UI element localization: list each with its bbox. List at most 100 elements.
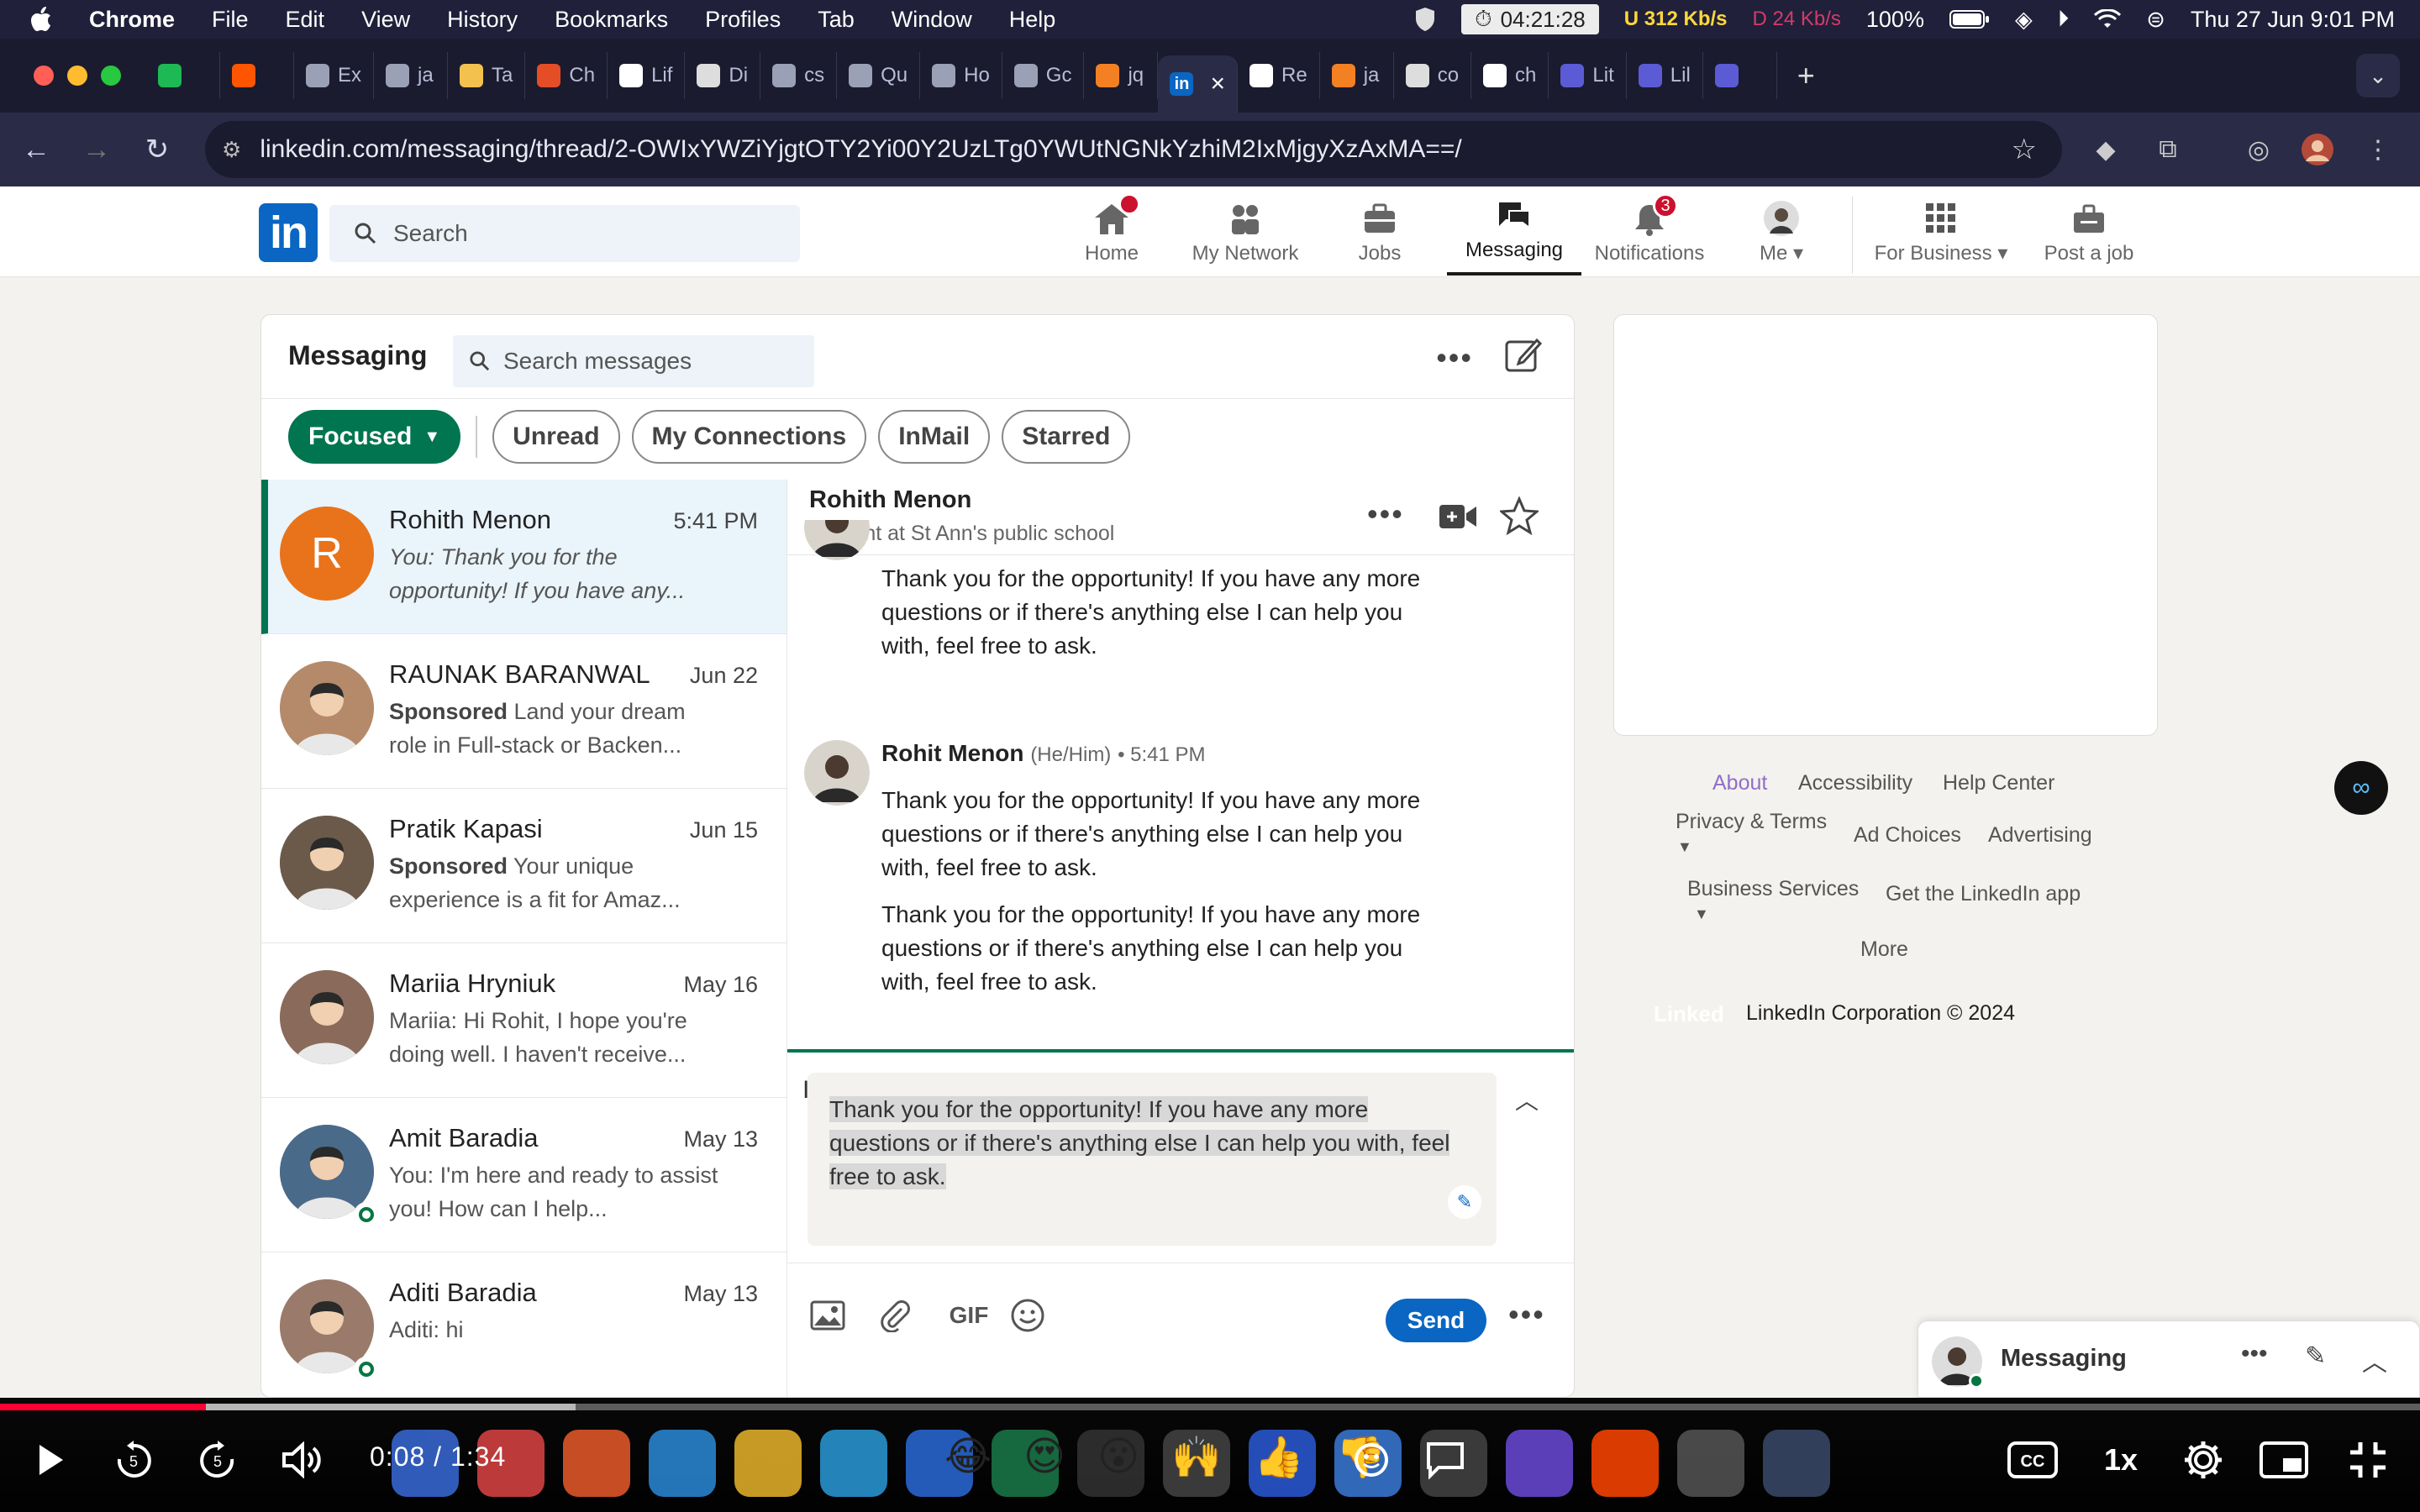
reaction-emoji[interactable]: 🙌 bbox=[1171, 1433, 1222, 1481]
browser-tab[interactable]: Lif bbox=[608, 52, 686, 99]
layers-icon[interactable]: ◈ bbox=[2015, 7, 2033, 33]
compose-message-icon[interactable] bbox=[1503, 335, 1547, 379]
wifi-icon[interactable] bbox=[2094, 9, 2122, 29]
browser-tab[interactable]: Di bbox=[685, 52, 761, 99]
browser-tab[interactable]: co bbox=[1394, 52, 1472, 99]
thread-more-button[interactable]: ••• bbox=[1367, 496, 1404, 532]
forward-5-icon[interactable]: 5 bbox=[193, 1433, 242, 1487]
send-button[interactable]: Send bbox=[1386, 1299, 1486, 1342]
footer-link-advertising[interactable]: Advertising bbox=[1988, 823, 2092, 848]
browser-tab[interactable]: Gc bbox=[1002, 52, 1085, 99]
control-center-icon[interactable]: ⊜ bbox=[2146, 7, 2165, 33]
footer-link-privacy-terms[interactable]: Privacy & Terms bbox=[1676, 810, 1827, 834]
close-window-button[interactable] bbox=[34, 66, 54, 86]
menu-tab[interactable]: Tab bbox=[818, 7, 855, 33]
footer-link-about[interactable]: About bbox=[1712, 771, 1767, 795]
extension-icon[interactable]: ◎ bbox=[2235, 126, 2282, 173]
miniplayer-icon[interactable] bbox=[2259, 1433, 2309, 1487]
comment-icon[interactable] bbox=[1423, 1433, 1467, 1487]
conversation-item[interactable]: Amit Baradia May 13 You: I'm here and read… bbox=[261, 1098, 786, 1252]
footer-link-ad-choices[interactable]: Ad Choices bbox=[1854, 823, 1961, 848]
tab-search-button[interactable]: ⌄ bbox=[2356, 54, 2400, 97]
play-button[interactable] bbox=[30, 1433, 71, 1487]
battery-percent[interactable]: 100% bbox=[1866, 7, 1924, 33]
nav-for-business[interactable]: For Business ▾ bbox=[1867, 195, 2015, 276]
playback-speed-button[interactable]: 1x bbox=[2099, 1433, 2143, 1487]
settings-gear-icon[interactable] bbox=[2180, 1433, 2227, 1487]
filter-inmail-button[interactable]: InMail bbox=[878, 410, 991, 464]
filter-starred-button[interactable]: Starred bbox=[1002, 410, 1131, 464]
menu-app-name[interactable]: Chrome bbox=[89, 7, 175, 33]
messaging-overlay-widget[interactable]: Messaging ••• ✎ ︿ bbox=[1918, 1320, 2420, 1398]
reaction-emoji[interactable]: 😂 bbox=[944, 1433, 992, 1481]
browser-tab[interactable]: cs bbox=[760, 52, 838, 99]
volume-icon[interactable] bbox=[277, 1433, 326, 1487]
video-progress-bar[interactable] bbox=[0, 1404, 2420, 1410]
browser-tab[interactable]: Ho bbox=[920, 52, 1002, 99]
reload-button[interactable]: ↻ bbox=[133, 125, 182, 174]
minimize-window-button[interactable] bbox=[67, 66, 87, 86]
browser-tab[interactable]: Re bbox=[1238, 52, 1320, 99]
footer-link-help-center[interactable]: Help Center bbox=[1943, 771, 2054, 795]
conversation-item[interactable]: Aditi Baradia May 13 Aditi: hi bbox=[261, 1252, 786, 1397]
menubar-datetime[interactable]: Thu 27 Jun 9:01 PM bbox=[2191, 7, 2395, 33]
filter-my-connections-button[interactable]: My Connections bbox=[631, 410, 867, 464]
nav-post-job[interactable]: Post a job bbox=[2039, 195, 2139, 276]
conversation-item[interactable]: R Rohith Menon 5:41 PM You: Thank you for t… bbox=[261, 480, 786, 634]
sender-avatar[interactable] bbox=[804, 740, 870, 806]
thread-contact-name[interactable]: Rohith Menon bbox=[809, 486, 971, 514]
browser-tab[interactable]: ch bbox=[1471, 52, 1549, 99]
extensions-puzzle-icon[interactable]: ⧉ bbox=[2144, 126, 2191, 173]
nav-me[interactable]: Me ▾ bbox=[1748, 195, 1815, 276]
menu-file[interactable]: File bbox=[212, 7, 249, 33]
nav-messaging[interactable]: Messaging bbox=[1447, 195, 1581, 276]
video-call-icon[interactable] bbox=[1438, 501, 1478, 533]
message-sender-name[interactable]: Rohit Menon bbox=[881, 740, 1024, 766]
nav-notifications[interactable]: 3 Notifications bbox=[1586, 193, 1712, 276]
menu-window[interactable]: Window bbox=[892, 7, 972, 33]
browser-tab[interactable]: ja bbox=[374, 52, 449, 99]
exit-fullscreen-icon[interactable] bbox=[2344, 1433, 2391, 1487]
infinity-extension-icon[interactable]: ∞ bbox=[2334, 761, 2388, 815]
attach-image-icon[interactable] bbox=[809, 1297, 846, 1334]
star-conversation-icon[interactable] bbox=[1500, 496, 1540, 537]
messaging-more-button[interactable]: ••• bbox=[1436, 340, 1473, 375]
menubar-timer[interactable]: ⏱ 04:21:28 bbox=[1461, 4, 1599, 34]
add-reaction-icon[interactable] bbox=[1351, 1433, 1395, 1487]
filter-focused-button[interactable]: Focused ▼ bbox=[288, 410, 461, 464]
footer-link-accessibility[interactable]: Accessibility bbox=[1798, 771, 1912, 795]
closed-captions-icon[interactable]: CC bbox=[2007, 1433, 2059, 1487]
bookmark-star-icon[interactable]: ☆ bbox=[2012, 133, 2037, 166]
footer-link-get-app[interactable]: Get the LinkedIn app bbox=[1886, 882, 2081, 906]
filter-unread-button[interactable]: Unread bbox=[492, 410, 620, 464]
menu-help[interactable]: Help bbox=[1009, 7, 1056, 33]
reaction-emoji[interactable]: 👍 bbox=[1254, 1433, 1304, 1481]
global-search-input[interactable]: Search bbox=[329, 205, 800, 262]
new-tab-button[interactable]: + bbox=[1797, 58, 1815, 93]
apple-menu-icon[interactable] bbox=[29, 6, 67, 33]
shield-icon[interactable] bbox=[1414, 7, 1436, 32]
browser-tab[interactable] bbox=[1703, 52, 1777, 99]
nav-my-network[interactable]: My Network bbox=[1186, 195, 1304, 276]
nav-home[interactable]: Home bbox=[1084, 193, 1140, 276]
browser-tab[interactable] bbox=[220, 52, 294, 99]
browser-tab[interactable] bbox=[146, 52, 220, 99]
conversation-item[interactable]: Mariia Hryniuk May 16 Mariia: Hi Rohit, I … bbox=[261, 943, 786, 1098]
site-info-icon[interactable]: ⚙ bbox=[222, 137, 241, 163]
conversation-item[interactable]: RAUNAK BARANWAL Jun 22 Sponsored Land your… bbox=[261, 634, 786, 789]
nav-jobs[interactable]: Jobs bbox=[1353, 195, 1407, 276]
extension-diamond-icon[interactable]: ◆ bbox=[2082, 126, 2129, 173]
menu-history[interactable]: History bbox=[447, 7, 518, 33]
menu-edit[interactable]: Edit bbox=[286, 7, 325, 33]
emoji-icon[interactable] bbox=[1009, 1297, 1046, 1334]
reaction-emoji[interactable]: 😍 bbox=[1023, 1433, 1065, 1481]
message-input[interactable]: Thank you for the opportunity! If you ha… bbox=[808, 1073, 1497, 1246]
browser-tab[interactable]: Lit bbox=[1549, 52, 1627, 99]
widget-more-button[interactable]: ••• bbox=[2241, 1340, 2268, 1368]
footer-link-business-services[interactable]: Business Services bbox=[1687, 877, 1859, 901]
close-tab-icon[interactable]: × bbox=[1210, 70, 1225, 98]
linkedin-logo[interactable]: in bbox=[259, 203, 318, 262]
menu-profiles[interactable]: Profiles bbox=[705, 7, 781, 33]
conversation-item[interactable]: Pratik Kapasi Jun 15 Sponsored Your unique… bbox=[261, 789, 786, 943]
ai-assist-icon[interactable]: ✎ bbox=[1448, 1185, 1481, 1219]
